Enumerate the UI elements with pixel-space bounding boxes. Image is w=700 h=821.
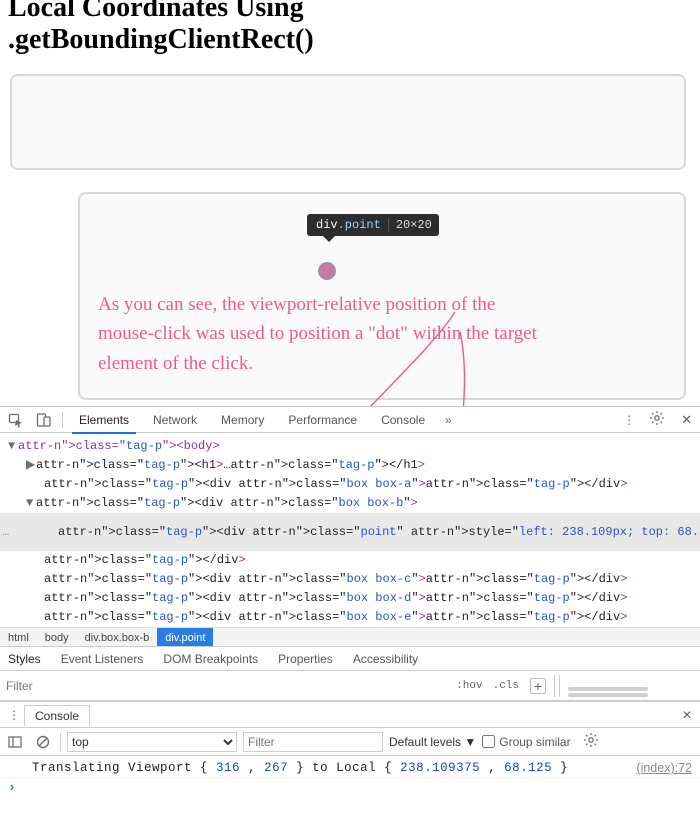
group-similar-checkbox[interactable]: Group similar	[482, 735, 570, 749]
console-drawer: ⋮ Console ✕ top Default levels ▼ Group s…	[0, 701, 700, 797]
console-settings-icon[interactable]	[583, 732, 599, 751]
device-toolbar-icon[interactable]	[32, 408, 56, 432]
dom-tree[interactable]: ▼attr-n">class="tag-p"><body> ▶attr-n">c…	[0, 433, 700, 627]
console-prompt[interactable]	[0, 777, 700, 797]
hov-toggle[interactable]: :hov	[451, 680, 487, 692]
console-sidebar-icon[interactable]	[4, 734, 26, 750]
crumb-html[interactable]: html	[0, 628, 37, 646]
crumb-body[interactable]: body	[37, 628, 77, 646]
tab-elements[interactable]: Elements	[69, 407, 139, 433]
log-levels-select[interactable]: Default levels ▼	[389, 735, 476, 749]
box-model-preview[interactable]	[568, 675, 698, 697]
click-dot	[318, 262, 336, 280]
console-toolbar: top Default levels ▼ Group similar	[0, 728, 700, 756]
subtab-dom-breakpoints[interactable]: DOM Breakpoints	[157, 647, 264, 671]
drawer-menu-icon[interactable]: ⋮	[0, 708, 24, 722]
breadcrumb[interactable]: html body div.box.box-b div.point	[0, 627, 700, 647]
clear-console-icon[interactable]	[32, 734, 54, 750]
styles-subtabs: Styles Event Listeners DOM Breakpoints P…	[0, 647, 700, 671]
styles-filter-input[interactable]	[0, 679, 220, 693]
cls-toggle[interactable]: .cls	[488, 680, 524, 692]
tab-memory[interactable]: Memory	[211, 407, 274, 433]
console-filter-input[interactable]	[243, 732, 383, 752]
annotation-text: As you can see, the viewport-relative po…	[98, 290, 638, 378]
styles-filter-row: :hov .cls +	[0, 671, 700, 701]
subtab-properties[interactable]: Properties	[272, 647, 339, 671]
element-inspect-tooltip: div.point 20×20	[307, 214, 439, 236]
console-source-link[interactable]: (index):72	[636, 761, 692, 775]
devtools-panel: Elements Network Memory Performance Cons…	[0, 406, 700, 797]
context-select[interactable]: top	[67, 732, 237, 752]
subtab-accessibility[interactable]: Accessibility	[347, 647, 424, 671]
page-title: Local Coordinates Using .getBoundingClie…	[8, 0, 692, 56]
new-style-rule-icon[interactable]: +	[530, 678, 546, 694]
close-icon[interactable]: ✕	[673, 412, 700, 428]
crumb-point[interactable]: div.point	[157, 628, 213, 646]
drawer-tab-console[interactable]: Console	[24, 705, 90, 726]
tab-network[interactable]: Network	[143, 407, 207, 433]
gutter-ellipsis-icon: …	[0, 523, 11, 542]
subtab-styles[interactable]: Styles	[2, 647, 47, 671]
dom-tree-selected-row[interactable]: … attr-n">class="tag-p"><div attr-n">cla…	[0, 513, 700, 551]
inspect-element-icon[interactable]	[4, 408, 28, 432]
drawer-close-icon[interactable]: ✕	[674, 708, 700, 722]
devtools-tabbar: Elements Network Memory Performance Cons…	[0, 407, 700, 433]
tab-performance[interactable]: Performance	[278, 407, 367, 433]
kebab-menu-icon[interactable]: ⋮	[617, 413, 641, 427]
tab-console[interactable]: Console	[371, 407, 435, 433]
gear-icon[interactable]	[645, 410, 669, 429]
crumb-box-b[interactable]: div.box.box-b	[77, 628, 158, 646]
demo-box-a[interactable]	[10, 74, 686, 170]
console-log-line: Translating Viewport { 316 , 267 } to Lo…	[0, 756, 700, 777]
more-tabs-icon[interactable]: »	[439, 413, 458, 427]
subtab-event-listeners[interactable]: Event Listeners	[55, 647, 150, 671]
